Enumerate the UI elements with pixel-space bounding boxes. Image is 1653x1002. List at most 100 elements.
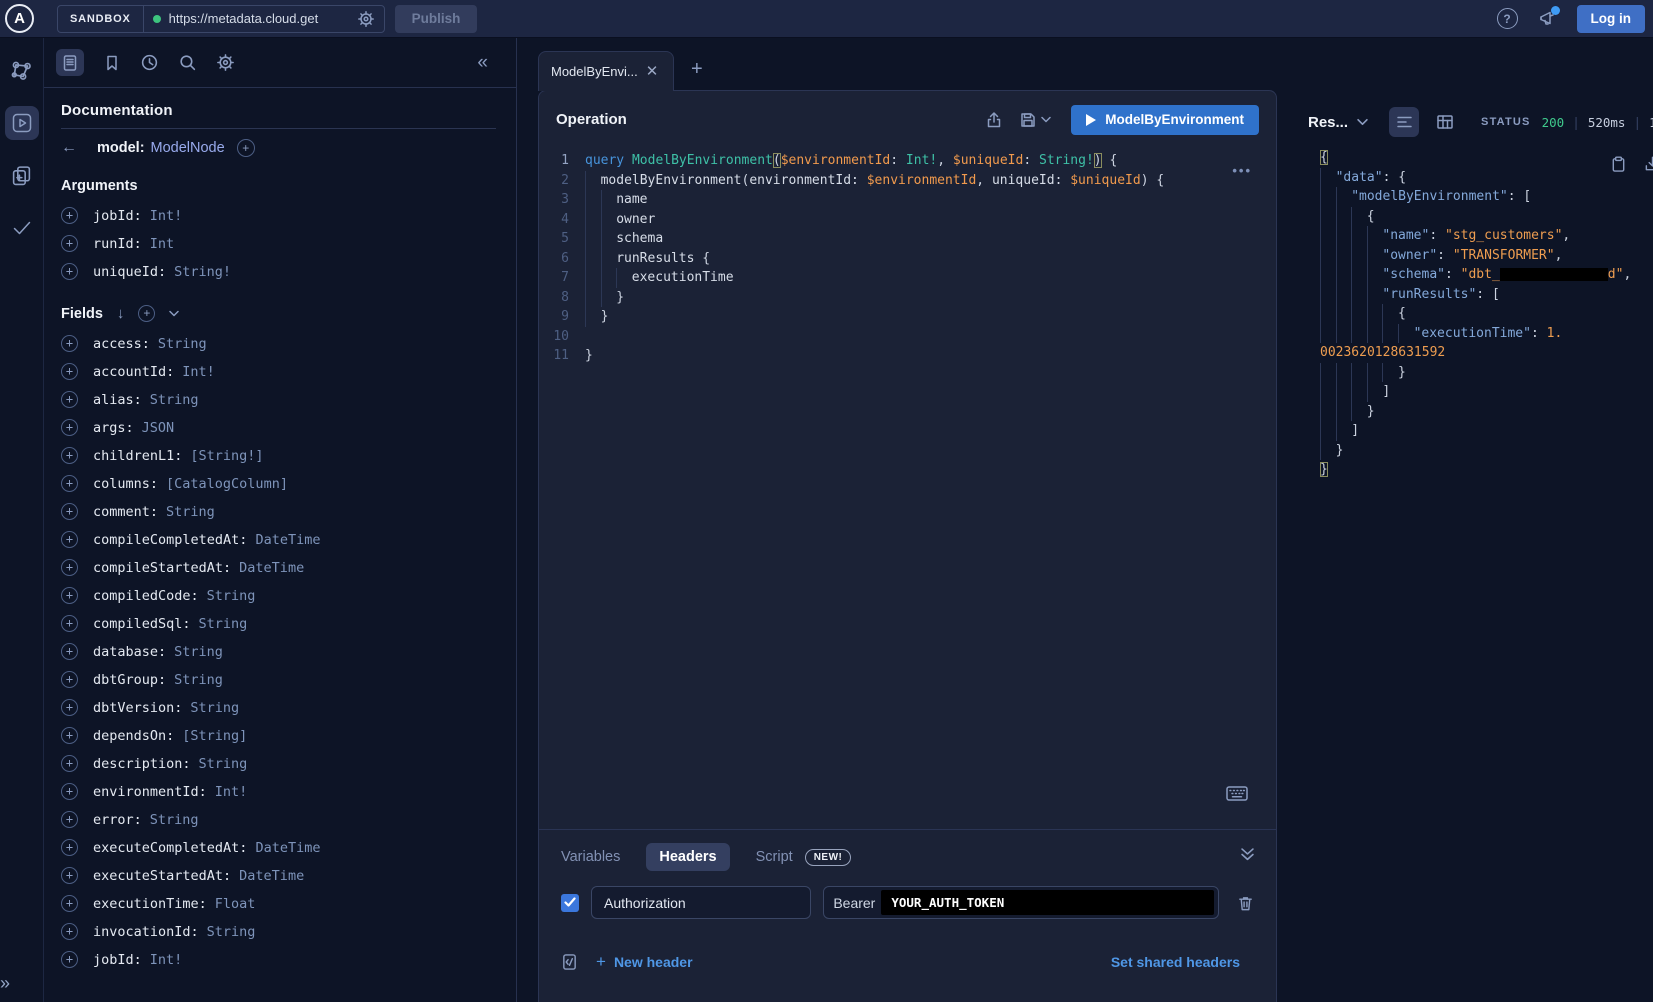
add-field-icon[interactable]: +: [61, 811, 78, 828]
add-field-icon[interactable]: +: [61, 895, 78, 912]
add-fields-button[interactable]: +: [138, 305, 155, 322]
field-type[interactable]: String: [174, 644, 223, 660]
field-type[interactable]: String: [158, 336, 207, 352]
schema-field-row[interactable]: +jobId:Int!: [61, 205, 496, 226]
code-line[interactable]: 8}: [539, 288, 1276, 308]
schema-field-row[interactable]: +dbtGroup:String: [61, 669, 496, 690]
schema-field-row[interactable]: +dbtVersion:String: [61, 697, 496, 718]
schema-field-row[interactable]: +compiledSql:String: [61, 613, 496, 634]
add-field-icon[interactable]: +: [61, 727, 78, 744]
field-type[interactable]: String: [199, 756, 248, 772]
field-type[interactable]: Int!: [182, 364, 215, 380]
field-type[interactable]: JSON: [142, 420, 175, 436]
code-line[interactable]: 2modelByEnvironment(environmentId: $envi…: [539, 171, 1276, 191]
tab-search[interactable]: [178, 53, 197, 72]
field-type[interactable]: String!: [174, 264, 231, 280]
add-field-icon[interactable]: +: [61, 475, 78, 492]
field-type[interactable]: String: [207, 588, 256, 604]
tab-documentation[interactable]: [56, 49, 84, 76]
expand-rail-button[interactable]: »: [0, 973, 44, 994]
field-type[interactable]: Int!: [215, 784, 248, 800]
add-field-icon[interactable]: +: [61, 503, 78, 520]
code-line[interactable]: 10: [539, 327, 1276, 347]
schema-field-row[interactable]: +jobId:Int!: [61, 949, 496, 970]
schema-field-row[interactable]: +executeCompletedAt:DateTime: [61, 837, 496, 858]
schema-field-row[interactable]: +comment:String: [61, 501, 496, 522]
add-field-icon[interactable]: +: [61, 391, 78, 408]
code-line[interactable]: 6runResults {: [539, 249, 1276, 269]
tab-headers[interactable]: Headers: [646, 843, 729, 871]
close-tab-button[interactable]: ✕: [646, 64, 659, 79]
schema-field-row[interactable]: +alias:String: [61, 389, 496, 410]
help-button[interactable]: ?: [1497, 8, 1518, 29]
field-type[interactable]: String: [190, 700, 239, 716]
new-tab-button[interactable]: +: [691, 58, 703, 81]
add-field-icon[interactable]: +: [61, 755, 78, 772]
sidebar-item-checks[interactable]: [5, 210, 39, 244]
response-dropdown[interactable]: Res...: [1308, 114, 1368, 131]
header-key-input[interactable]: [591, 886, 811, 919]
set-shared-headers-button[interactable]: Set shared headers: [1111, 954, 1240, 970]
schema-field-row[interactable]: +childrenL1:[String!]: [61, 445, 496, 466]
field-type[interactable]: String: [150, 812, 199, 828]
sidebar-item-explorer[interactable]: [5, 106, 39, 140]
schema-field-row[interactable]: +database:String: [61, 641, 496, 662]
code-line[interactable]: 9}: [539, 307, 1276, 327]
add-all-fields-icon[interactable]: +: [237, 139, 255, 157]
operation-tab[interactable]: ModelByEnvi... ✕: [538, 51, 674, 91]
add-field-icon[interactable]: +: [61, 671, 78, 688]
field-type[interactable]: [String]: [182, 728, 247, 744]
code-line[interactable]: 7executionTime: [539, 268, 1276, 288]
header-value-field[interactable]: Bearer YOUR_AUTH_TOKEN: [823, 886, 1219, 919]
schema-field-row[interactable]: +error:String: [61, 809, 496, 830]
field-type[interactable]: Float: [215, 896, 256, 912]
schema-field-row[interactable]: +compileStartedAt:DateTime: [61, 557, 496, 578]
add-field-icon[interactable]: +: [61, 867, 78, 884]
schema-field-row[interactable]: +uniqueId:String!: [61, 261, 496, 282]
schema-field-row[interactable]: +accountId:Int!: [61, 361, 496, 382]
field-type[interactable]: String: [166, 504, 215, 520]
editor-options-button[interactable]: •••: [1232, 163, 1252, 178]
add-field-icon[interactable]: +: [61, 531, 78, 548]
add-field-icon[interactable]: +: [61, 363, 78, 380]
chevron-down-icon[interactable]: [169, 310, 179, 317]
schema-field-row[interactable]: +dependsOn:[String]: [61, 725, 496, 746]
new-header-button[interactable]: + New header: [596, 952, 693, 972]
tab-history[interactable]: [140, 53, 159, 72]
sort-fields-icon[interactable]: ↓: [117, 305, 125, 322]
field-type[interactable]: DateTime: [255, 532, 320, 548]
add-field-icon[interactable]: +: [61, 587, 78, 604]
schema-field-row[interactable]: +compiledCode:String: [61, 585, 496, 606]
tab-variables[interactable]: Variables: [561, 849, 620, 865]
add-field-icon[interactable]: +: [61, 335, 78, 352]
field-type[interactable]: String: [199, 616, 248, 632]
add-field-icon[interactable]: +: [61, 839, 78, 856]
schema-field-row[interactable]: +compileCompletedAt:DateTime: [61, 529, 496, 550]
add-field-icon[interactable]: +: [61, 263, 78, 280]
add-field-icon[interactable]: +: [61, 643, 78, 660]
field-type[interactable]: String: [174, 672, 223, 688]
add-field-icon[interactable]: +: [61, 923, 78, 940]
header-enabled-checkbox[interactable]: [561, 894, 579, 912]
collapse-panel-button[interactable]: «: [477, 52, 488, 74]
login-button[interactable]: Log in: [1577, 5, 1646, 33]
tab-saved-operations[interactable]: [103, 54, 121, 72]
add-field-icon[interactable]: +: [61, 615, 78, 632]
delete-header-button[interactable]: [1237, 894, 1254, 912]
field-type[interactable]: Int!: [150, 208, 183, 224]
announcements-button[interactable]: [1538, 9, 1557, 28]
code-line[interactable]: 5schema: [539, 229, 1276, 249]
field-type[interactable]: DateTime: [255, 840, 320, 856]
schema-field-row[interactable]: +executionTime:Float: [61, 893, 496, 914]
endpoint-url[interactable]: https://metadata.cloud.get: [169, 11, 349, 26]
field-type[interactable]: [CatalogColumn]: [166, 476, 288, 492]
copy-response-button[interactable]: [1610, 155, 1627, 173]
field-type[interactable]: [String!]: [190, 448, 263, 464]
field-type[interactable]: Int!: [150, 952, 183, 968]
tab-explorer-settings[interactable]: [216, 53, 235, 72]
sidebar-item-schema[interactable]: [5, 54, 39, 88]
query-editor[interactable]: 1query ModelByEnvironment($environmentId…: [539, 148, 1276, 829]
code-line[interactable]: 11}: [539, 346, 1276, 366]
collapse-bottom-panel-button[interactable]: [1241, 848, 1254, 861]
add-field-icon[interactable]: +: [61, 419, 78, 436]
